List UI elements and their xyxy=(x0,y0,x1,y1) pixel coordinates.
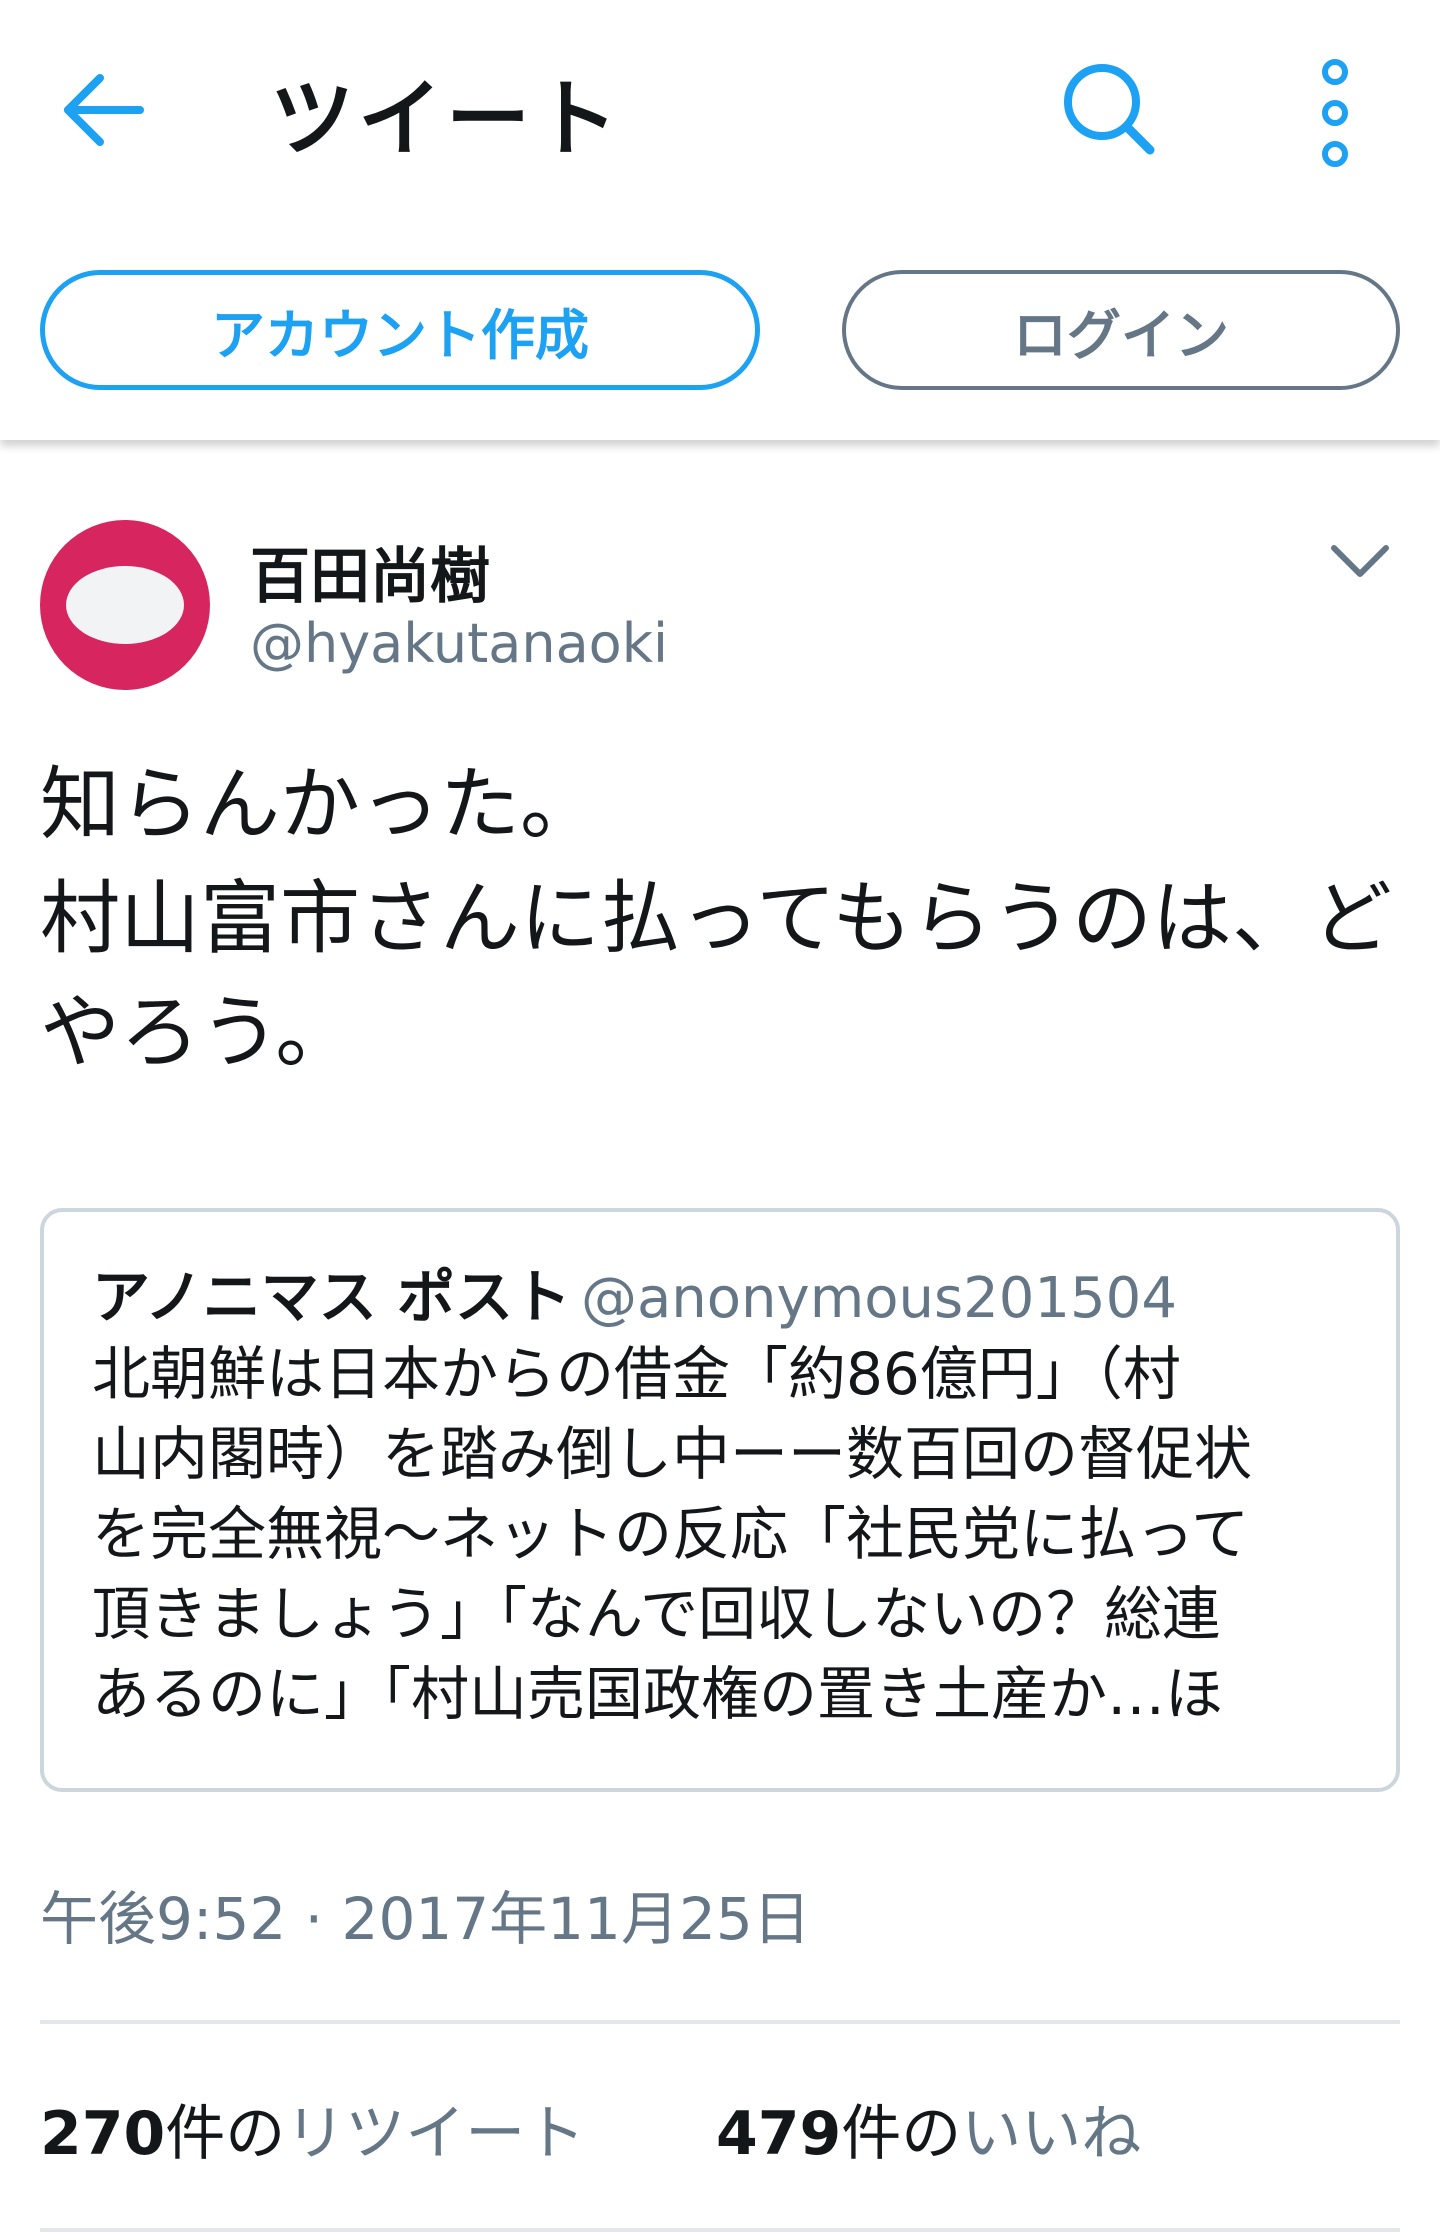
tweet-text-line: やろう。 xyxy=(40,986,356,1079)
avatar-image xyxy=(66,566,184,644)
like-unit: 件の xyxy=(841,2099,962,2169)
tweet-text: 知らんかった。 村山富市さんに払ってもらうのは、ど やろう。 xyxy=(40,748,1410,1090)
quoted-text-line: あるのに」「村山売国政権の置き土産か…ほ xyxy=(92,1660,1224,1728)
tweet-timestamp[interactable]: 午後9:52 · 2017年11月25日 xyxy=(40,1872,811,1956)
quoted-tweet-text: 北朝鮮は日本からの借金「約86億円」（村 山内閣時）を踏み倒し中ーー数百回の督促… xyxy=(92,1334,1372,1734)
top-bar: ツイート アカウント作成 ログイン xyxy=(0,0,1440,440)
like-label: いいね xyxy=(961,2099,1142,2169)
quoted-author-name: アノニマス ポスト xyxy=(92,1263,571,1331)
quoted-text-line: を完全無視〜ネットの反応「社民党に払って xyxy=(92,1500,1250,1568)
signup-button[interactable]: アカウント作成 xyxy=(40,270,760,390)
quoted-author-handle: @anonymous201504 xyxy=(580,1266,1177,1331)
tweet-text-line: 知らんかった。 xyxy=(40,758,600,851)
page-title: ツイート xyxy=(270,70,623,168)
quoted-text-line: 北朝鮮は日本からの借金「約86億円」（村 xyxy=(92,1340,1181,1408)
chevron-down-icon[interactable] xyxy=(1328,540,1392,584)
quoted-text-line: 頂きましょう」「なんで回収しないの？総連 xyxy=(92,1580,1221,1648)
divider xyxy=(40,2020,1400,2024)
login-button[interactable]: ログイン xyxy=(842,270,1400,390)
author-name[interactable]: 百田尚樹 xyxy=(250,528,490,615)
quoted-tweet-header: アノニマス ポスト @anonymous201504 xyxy=(92,1250,1177,1334)
retweet-label: リツイート xyxy=(285,2099,586,2169)
author-handle[interactable]: @hyakutanaoki xyxy=(250,612,668,675)
tweet-text-line: 村山富市さんに払ってもらうのは、ど xyxy=(40,872,1392,965)
arrow-left-icon[interactable] xyxy=(58,70,148,150)
quoted-tweet-card[interactable]: アノニマス ポスト @anonymous201504 北朝鮮は日本からの借金「約8… xyxy=(40,1208,1400,1792)
avatar[interactable] xyxy=(40,520,210,690)
retweet-count[interactable]: 270件のリツイート xyxy=(40,2085,585,2172)
like-number: 479 xyxy=(716,2099,842,2169)
more-vertical-icon[interactable] xyxy=(1310,58,1360,168)
retweet-unit: 件の xyxy=(165,2099,286,2169)
search-icon[interactable] xyxy=(1058,58,1158,158)
retweet-number: 270 xyxy=(40,2099,166,2169)
divider xyxy=(40,2228,1400,2232)
quoted-text-line: 山内閣時）を踏み倒し中ーー数百回の督促状 xyxy=(92,1420,1253,1488)
like-count[interactable]: 479件のいいね xyxy=(716,2085,1141,2172)
